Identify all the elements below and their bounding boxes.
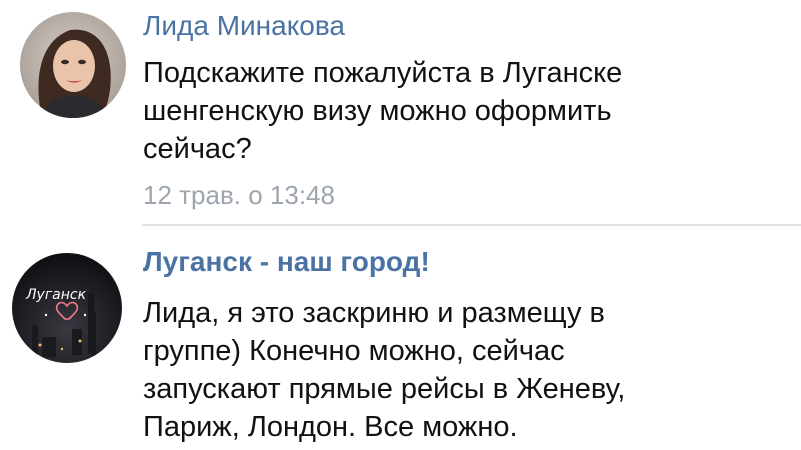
comment-text-line: Подскажите пожалуйста в Луганске xyxy=(143,57,623,89)
avatar-caption: Луганск xyxy=(25,287,87,303)
divider xyxy=(142,224,801,226)
group-logo-icon: Луганск xyxy=(12,253,122,363)
comment-item: Луганск Луганск - наш город! Лида, я это… xyxy=(0,228,801,450)
comment-text-line: группе) Конечно можно, сейчас xyxy=(143,335,565,367)
comment-text-line: Лида, я это заскриню и размещу в xyxy=(143,297,605,329)
comment-text: Лида, я это заскриню и размещу в группе)… xyxy=(143,294,783,446)
comment-timestamp[interactable]: 12 трав. о 13:48 xyxy=(143,180,335,211)
user-avatar[interactable] xyxy=(20,12,126,118)
comment-text-line: шенгенскую визу можно оформить xyxy=(143,95,612,127)
comment-author[interactable]: Луганск - наш город! xyxy=(143,246,430,278)
comment-text-line: запускают прямые рейсы в Женеву, xyxy=(143,373,626,405)
comment-author[interactable]: Лида Минакова xyxy=(143,10,345,42)
comment-text-line: Париж, Лондон. Все можно. xyxy=(143,411,518,443)
comment-text-line: сейчас? xyxy=(143,133,252,165)
comment-item: Лида Минакова Подскажите пожалуйста в Лу… xyxy=(0,0,801,225)
comment-text: Подскажите пожалуйста в Луганске шенгенс… xyxy=(143,54,783,168)
group-avatar[interactable]: Луганск xyxy=(12,253,122,363)
user-photo-icon xyxy=(20,12,126,118)
